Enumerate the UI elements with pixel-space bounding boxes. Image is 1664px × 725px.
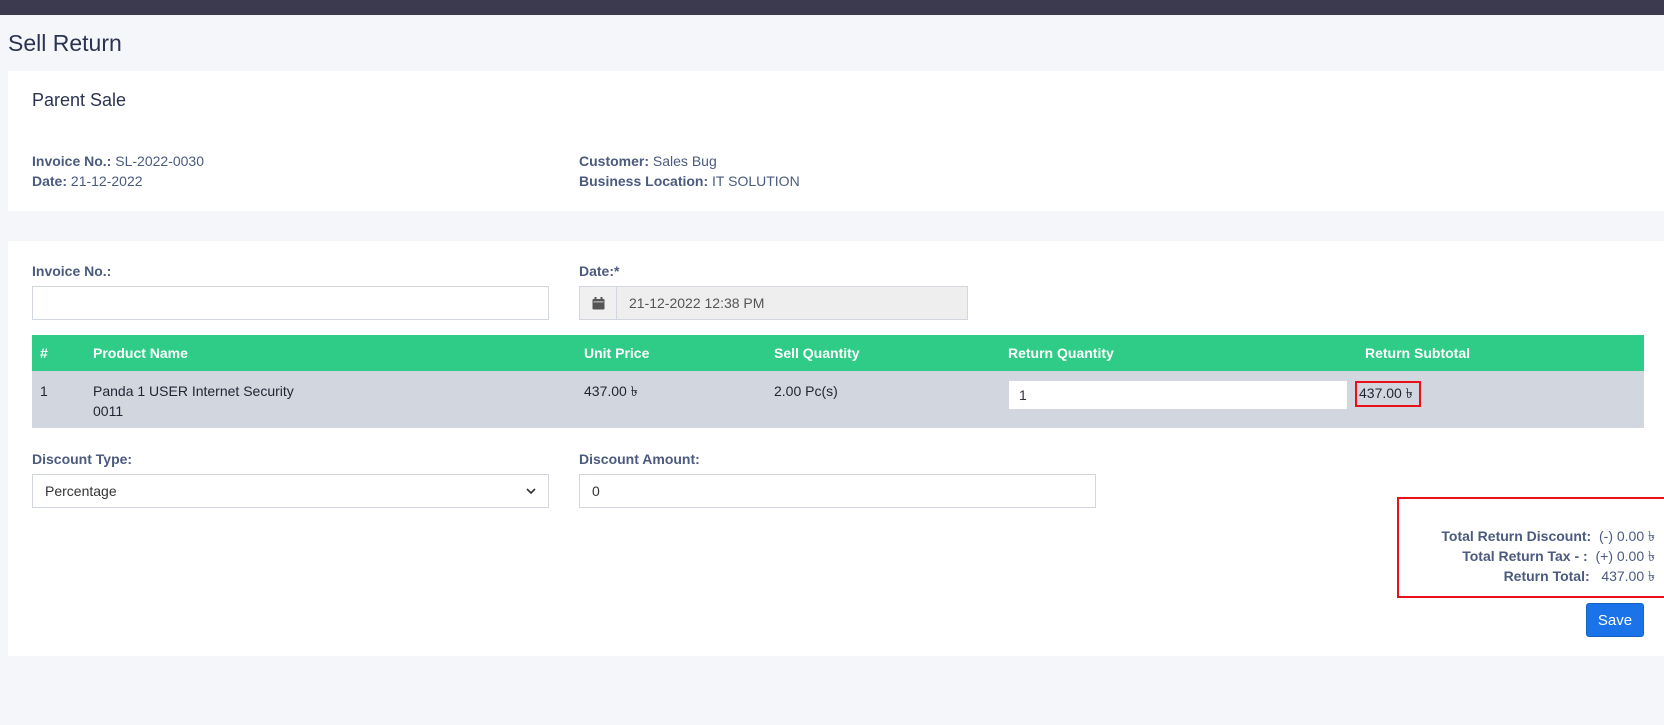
return-total: Return Total: 437.00 ৳	[1504, 565, 1655, 589]
parent-location-label: Business Location:	[579, 173, 709, 189]
parent-invoice-label: Invoice No.:	[32, 153, 112, 169]
return-quantity-cell	[1000, 371, 1357, 428]
discount-amount-label: Discount Amount:	[579, 451, 700, 467]
parent-invoice-info: Invoice No.: SL-2022-0030	[32, 153, 204, 169]
unit-price: 437.00 ৳	[584, 383, 638, 399]
parent-invoice-value: SL-2022-0030	[115, 153, 204, 169]
discount-type-select[interactable]: Percentage	[32, 474, 549, 508]
return-items-table: # Product Name Unit Price Sell Quantity …	[32, 335, 1644, 428]
invoice-no-input[interactable]	[32, 286, 549, 320]
date-input-group[interactable]: 21-12-2022 12:38 PM	[579, 286, 968, 320]
product-cell: Panda 1 USER Internet Security 0011	[85, 371, 576, 428]
column-header-index: #	[40, 345, 48, 361]
column-header-sell-quantity: Sell Quantity	[774, 345, 860, 361]
parent-sale-title: Parent Sale	[32, 90, 127, 110]
page-title: Sell Return	[8, 30, 122, 56]
return-subtotal: 437.00 ৳	[1355, 381, 1421, 407]
save-button[interactable]: Save	[1586, 603, 1644, 637]
discount-amount-input[interactable]	[579, 474, 1096, 508]
total-return-discount-value: (-) 0.00 ৳	[1599, 528, 1655, 544]
return-total-label: Return Total:	[1503, 568, 1590, 584]
total-return-tax-label: Total Return Tax - :	[1462, 548, 1588, 564]
chevron-down-icon	[526, 487, 536, 494]
column-header-return-subtotal: Return Subtotal	[1365, 345, 1470, 361]
return-subtotal-cell: 437.00 ৳	[1355, 371, 1644, 428]
sell-quantity: 2.00 Pc(s)	[774, 383, 838, 399]
table-row: 1 Panda 1 USER Internet Security 0011 43…	[32, 371, 1644, 428]
discount-type-label: Discount Type:	[32, 451, 133, 467]
top-navbar	[0, 0, 1664, 15]
product-sku: 0011	[93, 403, 124, 419]
row-index: 1	[40, 383, 48, 399]
parent-customer-value: Sales Bug	[652, 153, 717, 169]
total-return-discount-label: Total Return Discount:	[1441, 528, 1592, 544]
parent-date-info: Date: 21-12-2022	[32, 173, 143, 189]
product-name: Panda 1 USER Internet Security	[93, 383, 294, 399]
return-totals-box: Total Return Discount: (-) 0.00 ৳ Total …	[1397, 497, 1664, 598]
parent-location-info: Business Location: IT SOLUTION	[579, 173, 800, 189]
table-header-row: # Product Name Unit Price Sell Quantity …	[32, 335, 1644, 371]
return-quantity-input[interactable]	[1008, 380, 1348, 410]
column-header-product-name: Product Name	[93, 345, 188, 361]
parent-customer-label: Customer:	[579, 153, 650, 169]
parent-date-label: Date:	[32, 173, 68, 189]
return-total-value: 437.00 ৳	[1601, 568, 1655, 584]
invoice-no-label: Invoice No.:	[32, 263, 112, 279]
parent-sale-card: Parent Sale Invoice No.: SL-2022-0030 Da…	[8, 71, 1664, 211]
date-label: Date:*	[579, 263, 620, 279]
column-header-return-quantity: Return Quantity	[1008, 345, 1114, 361]
parent-date-value: 21-12-2022	[70, 173, 143, 189]
parent-customer-info: Customer: Sales Bug	[579, 153, 717, 169]
column-header-unit-price: Unit Price	[584, 345, 650, 361]
date-input[interactable]: 21-12-2022 12:38 PM	[617, 287, 967, 319]
parent-location-value: IT SOLUTION	[712, 173, 800, 189]
total-return-tax-value: (+) 0.00 ৳	[1595, 548, 1655, 564]
discount-type-value: Percentage	[45, 483, 117, 499]
calendar-icon[interactable]	[580, 287, 617, 319]
